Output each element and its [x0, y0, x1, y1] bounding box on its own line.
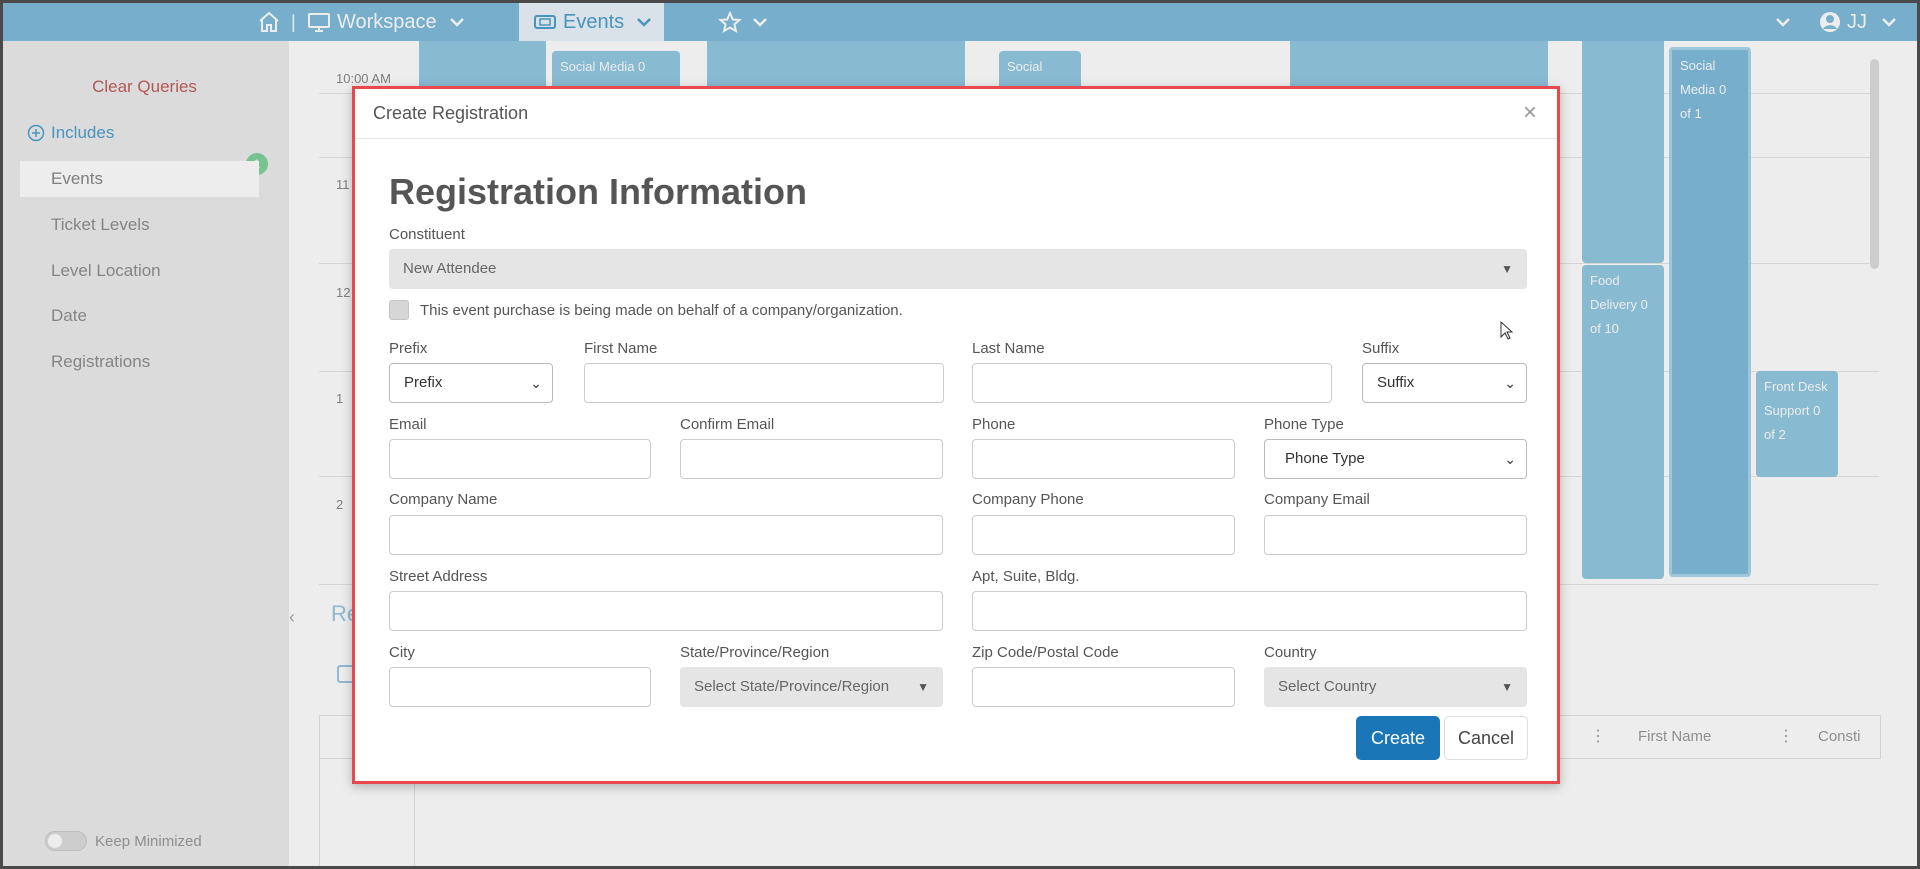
company-phone-input[interactable] [972, 515, 1235, 555]
email-input[interactable] [389, 439, 651, 479]
country-select[interactable]: Select Country ▼ [1264, 667, 1527, 707]
section-title: Registration Information [389, 171, 808, 212]
company-checkbox[interactable] [389, 300, 409, 320]
company-phone-label: Company Phone [972, 491, 1084, 508]
create-registration-modal: Create Registration × Registration Infor… [352, 86, 1560, 784]
phone-type-value: Phone Type [1285, 450, 1365, 467]
email-label: Email [389, 416, 427, 433]
street-address-input[interactable] [389, 591, 943, 631]
phone-type-select[interactable]: Phone Type ⌄ [1264, 439, 1527, 479]
street-address-label: Street Address [389, 568, 488, 585]
confirm-email-input[interactable] [680, 439, 943, 479]
company-name-label: Company Name [389, 491, 498, 508]
company-email-input[interactable] [1264, 515, 1527, 555]
prefix-label: Prefix [389, 340, 428, 357]
last-name-input[interactable] [972, 363, 1332, 403]
company-checkbox-label: This event purchase is being made on beh… [420, 302, 903, 319]
apt-input[interactable] [972, 591, 1527, 631]
chevron-down-icon: ⌄ [1504, 451, 1516, 467]
phone-input[interactable] [972, 439, 1235, 479]
close-icon[interactable]: × [1523, 99, 1537, 127]
state-value: Select State/Province/Region [694, 678, 890, 695]
constituent-value: New Attendee [403, 260, 497, 277]
phone-type-label: Phone Type [1264, 416, 1344, 433]
modal-title: Create Registration [373, 103, 529, 123]
city-label: City [389, 644, 415, 661]
mouse-cursor-icon [1500, 321, 1514, 340]
state-label: State/Province/Region [680, 644, 830, 661]
city-input[interactable] [389, 667, 651, 707]
cancel-button[interactable]: Cancel [1444, 716, 1528, 760]
caret-down-icon: ▼ [917, 680, 929, 694]
country-value: Select Country [1278, 678, 1377, 695]
modal-header: Create Registration × [355, 89, 1557, 139]
confirm-email-label: Confirm Email [680, 416, 775, 433]
suffix-value: Suffix [1377, 374, 1415, 391]
phone-label: Phone [972, 416, 1016, 433]
zip-input[interactable] [972, 667, 1235, 707]
first-name-input[interactable] [584, 363, 944, 403]
prefix-value: Prefix [404, 374, 443, 391]
apt-label: Apt, Suite, Bldg. [972, 568, 1080, 585]
caret-down-icon: ▼ [1501, 680, 1513, 694]
last-name-label: Last Name [972, 340, 1045, 357]
company-email-label: Company Email [1264, 491, 1370, 508]
suffix-select[interactable]: Suffix ⌄ [1362, 363, 1527, 403]
zip-label: Zip Code/Postal Code [972, 644, 1119, 661]
constituent-label: Constituent [389, 226, 465, 243]
company-name-input[interactable] [389, 515, 943, 555]
first-name-label: First Name [584, 340, 658, 357]
country-label: Country [1264, 644, 1317, 661]
prefix-select[interactable]: Prefix ⌄ [389, 363, 553, 403]
create-button[interactable]: Create [1356, 716, 1440, 760]
app-frame: | Workspace Events JJ Clear Queries Incl… [3, 3, 1917, 866]
state-select[interactable]: Select State/Province/Region ▼ [680, 667, 943, 707]
constituent-select[interactable]: New Attendee ▼ [389, 249, 1527, 289]
caret-down-icon: ▼ [1501, 262, 1513, 276]
suffix-label: Suffix [1362, 340, 1400, 357]
chevron-down-icon: ⌄ [1504, 375, 1516, 391]
chevron-down-icon: ⌄ [530, 375, 542, 391]
